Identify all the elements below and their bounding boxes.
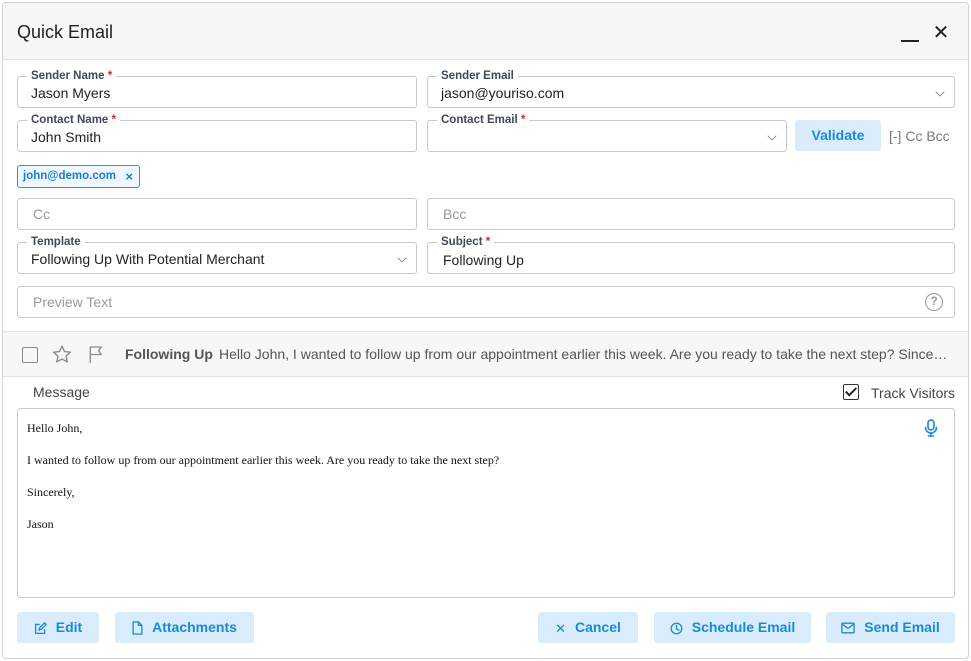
edit-icon (34, 621, 47, 634)
schedule-email-button[interactable]: Schedule Email (654, 612, 811, 643)
cc-placeholder: Cc (33, 206, 51, 222)
help-icon[interactable]: ? (925, 293, 943, 311)
subject-value: Following Up (443, 252, 524, 268)
template-select[interactable]: Template Following Up With Potential Mer… (17, 235, 417, 274)
contact-email-label: Contact Email * (437, 113, 530, 127)
sender-name-value: Jason Myers (31, 85, 111, 101)
bcc-placeholder: Bcc (443, 206, 467, 222)
clock-icon (670, 622, 683, 635)
recipient-chip: john@demo.com × (17, 165, 140, 188)
file-icon (132, 621, 143, 636)
contact-name-value: John Smith (31, 129, 102, 145)
edit-button[interactable]: Edit (17, 612, 99, 643)
contact-name-label: Contact Name * (27, 113, 121, 127)
chevron-down-icon (935, 87, 945, 97)
sender-name-field[interactable]: Sender Name * Jason Myers (17, 69, 417, 108)
track-visitors-checkbox[interactable] (843, 384, 859, 400)
minimize-icon[interactable] (900, 26, 920, 46)
star-icon[interactable] (51, 344, 73, 365)
microphone-icon[interactable] (924, 419, 938, 437)
sender-email-value: jason@youriso.com (441, 85, 565, 101)
template-value: Following Up With Potential Merchant (31, 251, 265, 267)
message-label: Message (33, 384, 90, 400)
recipient-chip-email: john@demo.com (23, 170, 116, 182)
message-line: Sincerely, (27, 485, 75, 499)
bcc-input[interactable]: Bcc (427, 198, 955, 230)
envelope-icon (841, 622, 856, 634)
cancel-button[interactable]: ✕ Cancel (538, 612, 638, 643)
validate-button[interactable]: Validate (795, 120, 881, 151)
sender-email-label: Sender Email (437, 69, 518, 83)
sender-name-label: Sender Name * (27, 69, 117, 83)
cc-input[interactable]: Cc (17, 198, 417, 230)
quick-email-dialog: Quick Email ✕ Sender Name * Jason Myers … (2, 2, 969, 659)
inbox-preview-bar: Following Up Hello John, I wanted to fol… (3, 331, 968, 377)
message-line: Jason (27, 517, 54, 531)
track-visitors-label: Track Visitors (871, 385, 956, 401)
close-icon[interactable]: ✕ (932, 23, 950, 43)
remove-chip-icon[interactable]: × (125, 166, 133, 187)
contact-email-select[interactable]: Contact Email * (427, 113, 787, 152)
dialog-title: Quick Email (17, 22, 114, 42)
contact-name-field[interactable]: Contact Name * John Smith (17, 113, 417, 152)
attachments-button[interactable]: Attachments (115, 612, 254, 643)
preview-checkbox[interactable] (22, 347, 38, 363)
send-email-button[interactable]: Send Email (826, 612, 955, 643)
preview-text-input[interactable]: Preview Text ? (17, 286, 955, 318)
title-bar: Quick Email ✕ (3, 3, 968, 60)
template-label: Template (27, 235, 85, 249)
message-editor[interactable]: Hello John, I wanted to follow up from o… (17, 408, 955, 598)
sender-email-select[interactable]: Sender Email jason@youriso.com (427, 69, 955, 108)
cc-bcc-toggle[interactable]: [-] Cc Bcc (889, 128, 950, 144)
flag-icon[interactable] (87, 344, 107, 365)
preview-subject: Following Up (125, 346, 213, 362)
subject-label: Subject * (437, 235, 495, 249)
message-line: Hello John, (27, 421, 83, 435)
close-icon: ✕ (555, 620, 566, 636)
chevron-down-icon (767, 131, 777, 141)
chevron-down-icon (397, 253, 407, 263)
preview-snippet: Hello John, I wanted to follow up from o… (219, 346, 949, 362)
message-line: I wanted to follow up from our appointme… (27, 453, 500, 467)
subject-input[interactable]: Subject * Following Up (427, 235, 955, 274)
preview-text-placeholder: Preview Text (33, 294, 113, 310)
